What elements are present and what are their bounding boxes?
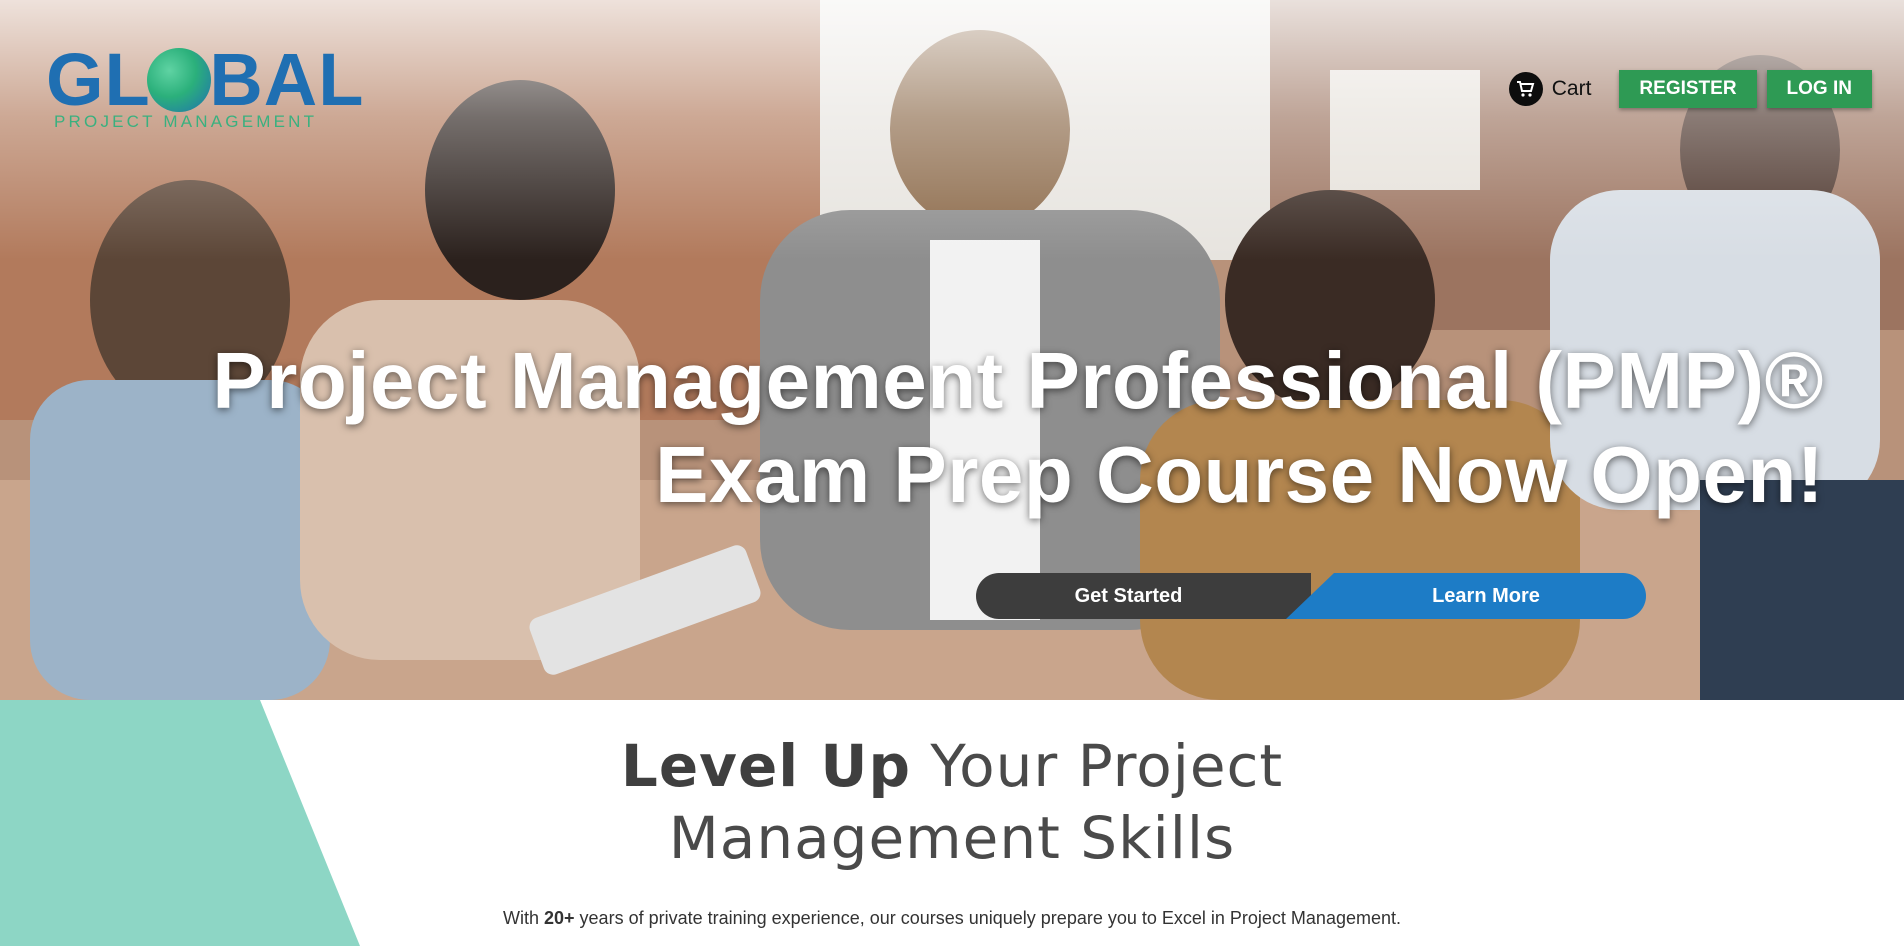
- cta-group: Get Started Learn More: [976, 573, 1646, 619]
- hero-title-line-1: Project Management Professional (PMP)®: [212, 336, 1824, 425]
- section-intro: With 20+ years of private training exper…: [0, 908, 1904, 929]
- login-button[interactable]: LOG IN: [1766, 70, 1872, 108]
- globe-icon: [147, 48, 211, 112]
- hero-title-line-2: Exam Prep Course Now Open!: [655, 430, 1824, 519]
- header-actions: Cart REGISTER LOG IN: [1508, 70, 1872, 108]
- section-heading: Level Up Your Project Management Skills: [0, 730, 1904, 874]
- intro-years: 20+: [544, 908, 575, 928]
- heading-rest: Your Project: [911, 732, 1284, 800]
- logo-subtitle: PROJECT MANAGEMENT: [54, 112, 318, 131]
- hero-title: Project Management Professional (PMP)® E…: [212, 334, 1824, 522]
- cart-label: Cart: [1551, 77, 1592, 100]
- shopping-cart-icon: [1508, 72, 1543, 106]
- learn-more-button[interactable]: Learn More: [1286, 573, 1646, 619]
- hero-banner: GLOBAL PROJECT MANAGEMENT Cart REGISTER …: [0, 0, 1904, 700]
- get-started-button[interactable]: Get Started: [976, 573, 1311, 619]
- intro-prefix: With: [502, 908, 544, 928]
- heading-line-2: Management Skills: [668, 804, 1236, 872]
- cart-link[interactable]: Cart: [1508, 72, 1592, 106]
- register-button[interactable]: REGISTER: [1619, 70, 1757, 108]
- heading-strong: Level Up: [620, 732, 911, 800]
- global-pm-logo[interactable]: GLOBAL PROJECT MANAGEMENT: [46, 40, 376, 132]
- intro-rest: years of private training experience, ou…: [574, 908, 1401, 928]
